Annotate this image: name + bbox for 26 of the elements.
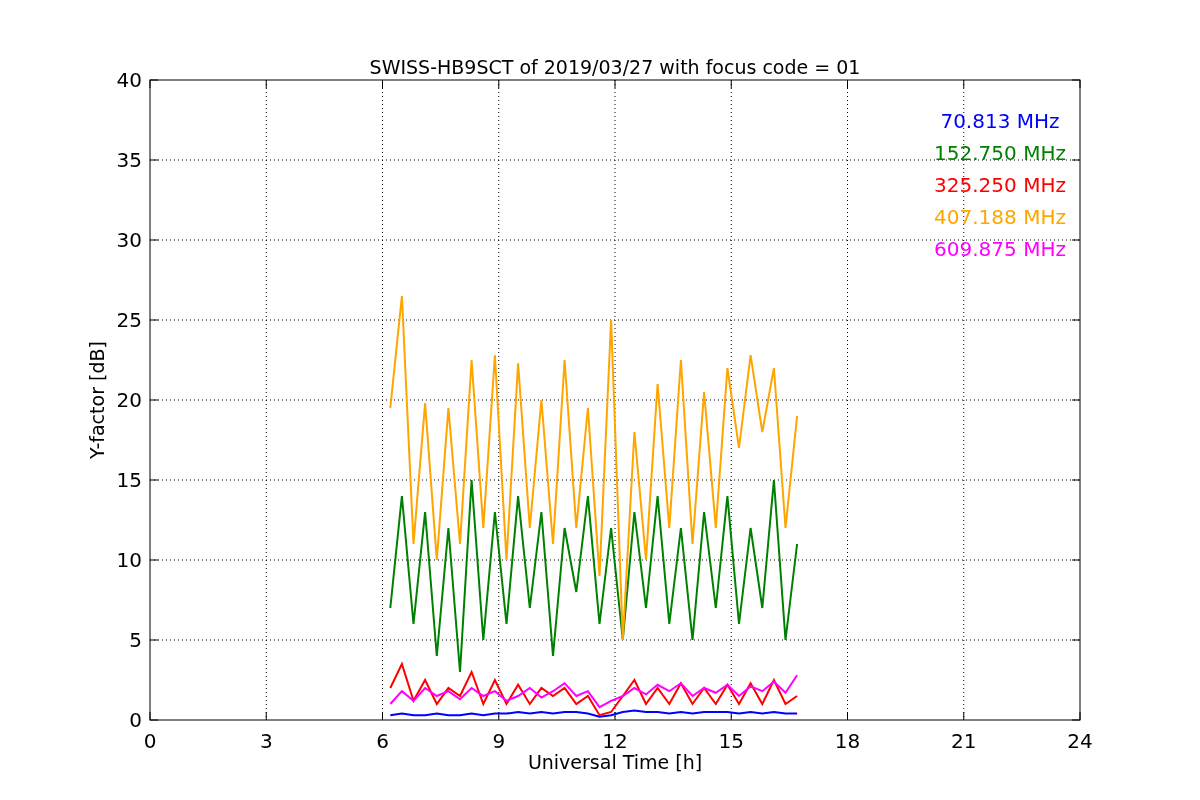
x-tick-label: 3: [259, 729, 273, 753]
x-tick-label: 24: [1067, 729, 1093, 753]
x-tick-label: 9: [492, 729, 506, 753]
x-tick-label: 12: [602, 729, 628, 753]
y-tick-label: 30: [116, 228, 142, 252]
chart-title: SWISS-HB9SCT of 2019/03/27 with focus code = 01: [369, 56, 861, 78]
legend-label: 407.188 MHz: [934, 205, 1066, 229]
x-tick-label: 18: [834, 729, 861, 753]
y-tick-label: 20: [116, 388, 142, 412]
x-tick-label: 0: [143, 729, 157, 753]
x-tick-label: 21: [951, 729, 977, 753]
y-tick-label: 10: [116, 548, 142, 572]
x-tick-label: 15: [718, 729, 744, 753]
x-axis-label: Universal Time [h]: [527, 751, 703, 773]
y-tick-label: 5: [129, 628, 142, 652]
x-tick-label: 6: [376, 729, 389, 753]
y-tick-label: 40: [116, 68, 142, 92]
legend-label: 152.750 MHz: [934, 141, 1066, 165]
y-axis-label: Y-factor [dB]: [86, 341, 108, 459]
y-tick-label: 25: [116, 308, 142, 332]
y-tick-label: 0: [129, 708, 142, 732]
legend-label: 325.250 MHz: [934, 173, 1066, 197]
legend-label: 609.875 MHz: [934, 237, 1066, 261]
y-tick-label: 15: [116, 468, 142, 492]
legend-label: 70.813 MHz: [940, 109, 1060, 133]
y-tick-label: 35: [116, 148, 142, 172]
